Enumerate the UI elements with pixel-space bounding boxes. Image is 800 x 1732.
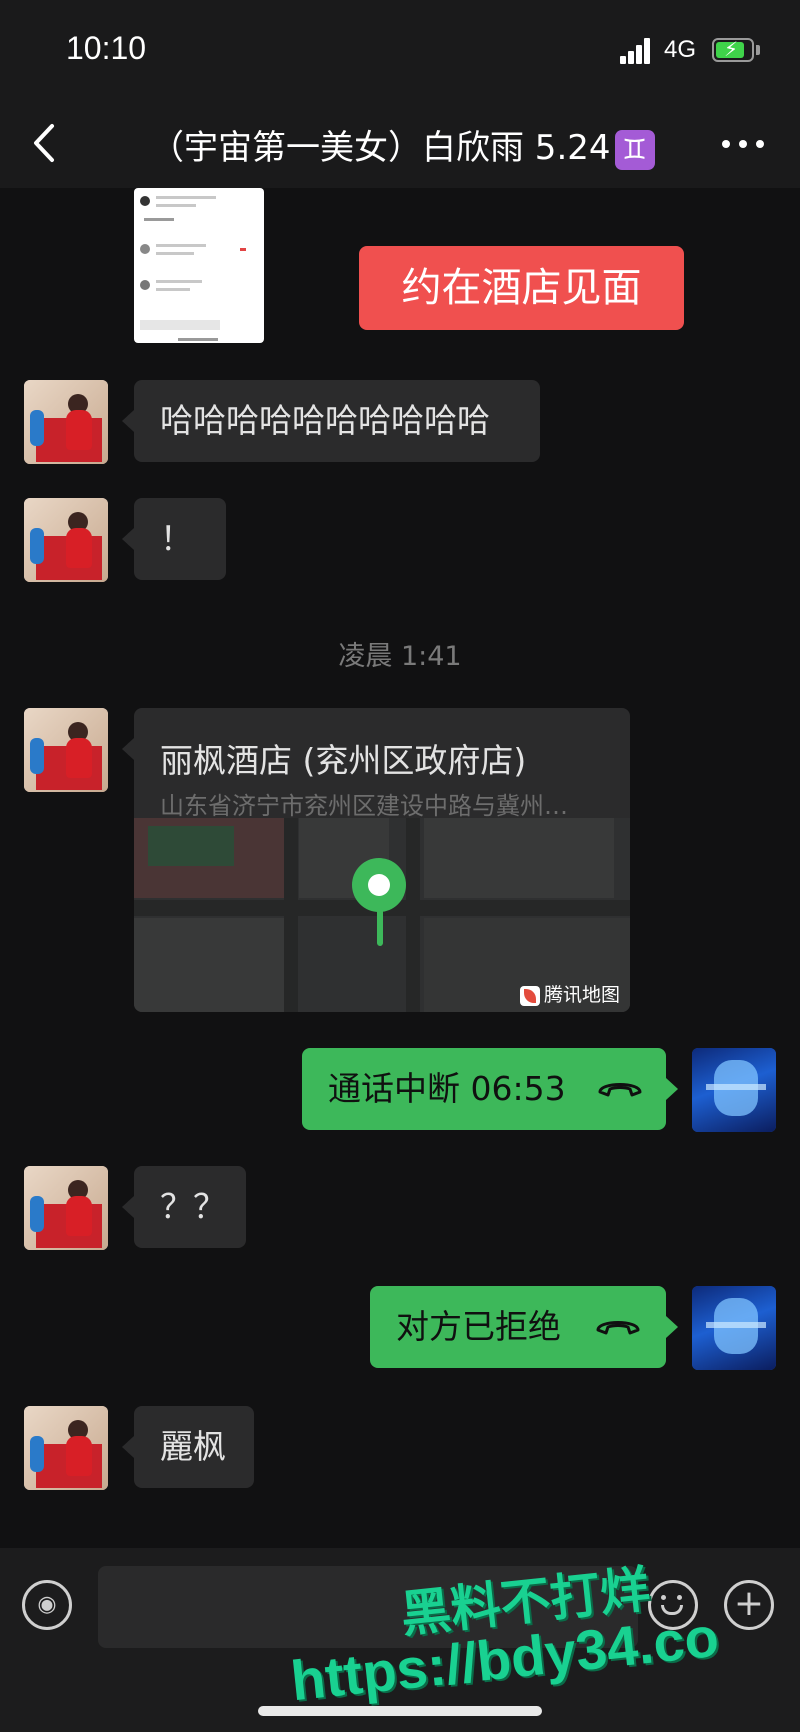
message-bubble[interactable]: ？？	[122, 1166, 246, 1248]
plus-icon: +	[733, 1583, 765, 1624]
map-preview: 腾讯地图	[134, 818, 630, 1012]
location-name: 丽枫酒店 (兖州区政府店)	[160, 741, 527, 780]
bubble-tail	[122, 738, 134, 760]
location-address: 山东省济宁市兖州区建设中路与冀州…	[160, 792, 568, 820]
emoji-button[interactable]	[648, 1580, 698, 1630]
message-timestamp: 凌晨 1:41	[338, 641, 462, 672]
map-provider-label: 腾讯地图	[544, 984, 621, 1006]
map-pin-icon	[352, 858, 406, 912]
clock: 10:10	[66, 30, 147, 66]
more-actions-button[interactable]: +	[724, 1580, 774, 1630]
back-button[interactable]	[28, 118, 68, 168]
battery-icon: ⚡	[712, 37, 754, 62]
call-status-text: 对方已拒绝	[396, 1307, 561, 1346]
signal-icon	[620, 38, 652, 64]
contact-avatar[interactable]	[24, 1406, 108, 1490]
more-button[interactable]	[718, 130, 768, 160]
chat-header: （宇宙第一美女）白欣雨 5.24 ♊	[0, 100, 800, 188]
tencent-map-icon	[520, 985, 540, 1006]
image-message-thumbnail[interactable]	[134, 188, 264, 343]
phone-hangup-icon	[598, 1083, 642, 1097]
contact-avatar[interactable]	[24, 380, 108, 464]
call-record-bubble[interactable]: 通话中断 06:53	[302, 1048, 678, 1130]
chat-title-text: （宇宙第一美女）白欣雨 5.24	[150, 128, 611, 168]
call-status-text: 通话中断 06:53	[328, 1069, 566, 1108]
phone-hangup-icon	[596, 1321, 640, 1335]
highlight-banner: 约在酒店见面	[359, 246, 684, 330]
voice-icon: ◉	[37, 1592, 57, 1617]
gemini-icon: ♊	[614, 129, 655, 170]
call-record-bubble[interactable]: 对方已拒绝	[370, 1286, 678, 1368]
battery-tip	[756, 45, 760, 55]
contact-avatar[interactable]	[24, 708, 108, 792]
contact-avatar[interactable]	[24, 498, 108, 582]
network-type: 4G	[664, 36, 697, 63]
chat-title: （宇宙第一美女）白欣雨 5.24 ♊	[150, 120, 670, 170]
input-bar: ◉ +	[0, 1548, 800, 1732]
location-card[interactable]: 丽枫酒店 (兖州区政府店) 山东省济宁市兖州区建设中路与冀州… 腾讯地图	[134, 708, 630, 1012]
map-pin-stem	[377, 908, 383, 946]
contact-avatar[interactable]	[24, 1166, 108, 1250]
my-avatar[interactable]	[692, 1048, 776, 1132]
voice-input-button[interactable]: ◉	[22, 1580, 72, 1630]
message-bubble[interactable]: 麗枫	[122, 1406, 254, 1488]
message-input[interactable]	[98, 1566, 638, 1648]
my-avatar[interactable]	[692, 1286, 776, 1370]
message-bubble[interactable]: 哈哈哈哈哈哈哈哈哈哈	[122, 380, 540, 462]
home-indicator[interactable]	[258, 1706, 542, 1716]
status-bar: 10:10 4G ⚡	[0, 0, 800, 100]
chevron-left-icon	[34, 124, 54, 162]
message-bubble[interactable]: ！	[122, 498, 226, 580]
map-provider-logo: 腾讯地图	[520, 980, 620, 1007]
